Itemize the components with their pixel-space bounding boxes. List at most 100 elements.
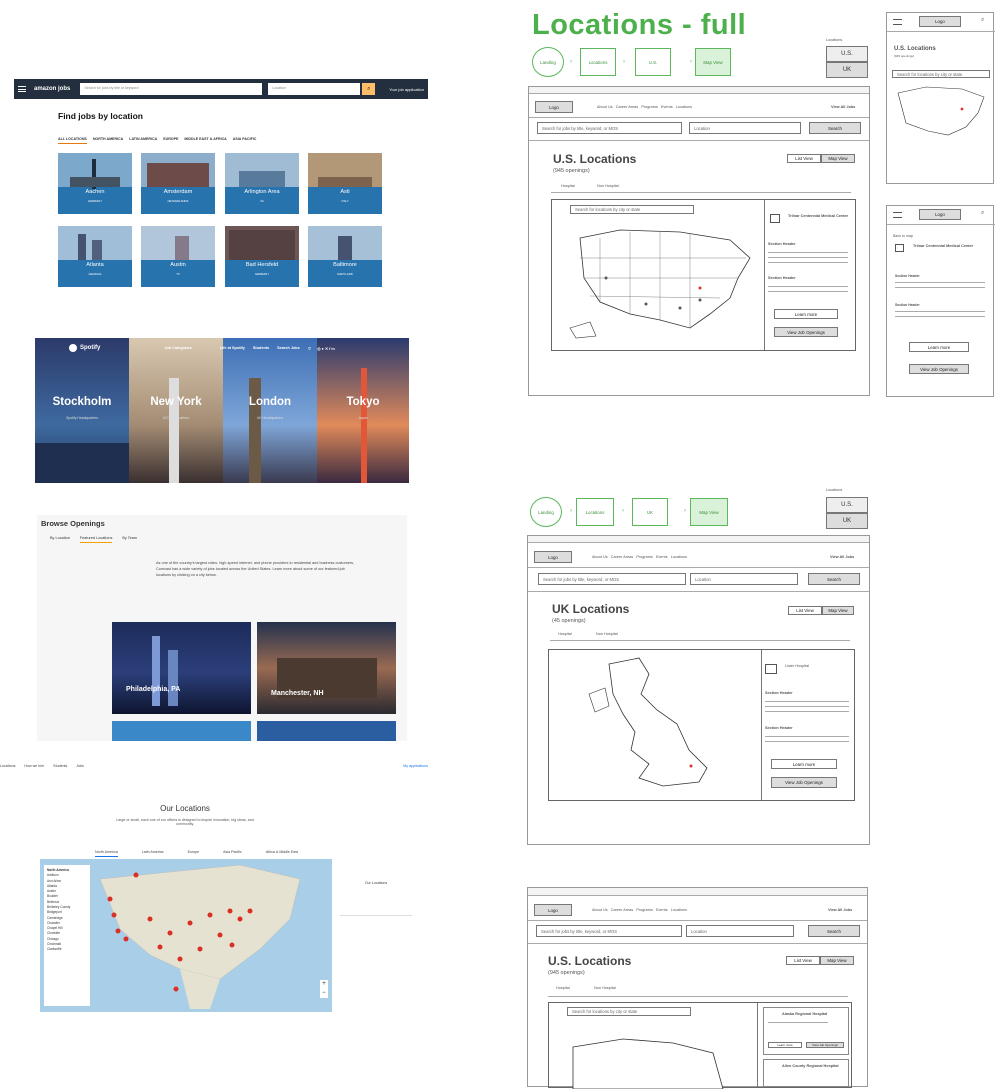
tab-all-locations[interactable]: ALL LOCATIONS: [58, 137, 87, 144]
learn-more-button[interactable]: Learn more: [771, 759, 837, 769]
list-view-toggle[interactable]: List View: [788, 606, 822, 615]
city-tile[interactable]: Austin TX: [141, 226, 215, 287]
tab-latin-america[interactable]: LATIN AMERICA: [129, 137, 157, 144]
nav-search-jobs[interactable]: Search Jobs: [277, 346, 300, 350]
option-us[interactable]: U.S.: [826, 46, 868, 62]
city-panel[interactable]: Tokyo Japan: [317, 338, 409, 483]
tab-middle-east-africa[interactable]: MIDDLE EAST & AFRICA: [184, 137, 226, 144]
tab-africa-middle-east[interactable]: Africa & Middle East: [266, 850, 298, 857]
view-all-jobs-link[interactable]: View All Jobs: [831, 105, 855, 109]
view-all-jobs-link[interactable]: View All Jobs: [830, 555, 854, 559]
tab-hospital[interactable]: Hospital: [558, 632, 572, 636]
job-search-input[interactable]: Search for jobs by title, keyword, or MO…: [536, 925, 682, 937]
zoom-controls[interactable]: + −: [320, 980, 328, 998]
list-view-toggle[interactable]: List View: [787, 154, 821, 163]
search-button[interactable]: ⌕: [362, 83, 376, 95]
uk-map[interactable]: [579, 654, 729, 794]
tab-non-hospital[interactable]: Non Hospital: [594, 986, 616, 990]
nav-how-we-hire[interactable]: How we hire: [24, 764, 44, 768]
menu-icon[interactable]: [18, 86, 26, 92]
logo-button[interactable]: Logo: [534, 904, 572, 916]
location-input[interactable]: Location: [689, 122, 801, 134]
job-search-input[interactable]: Search for jobs by title, keyword, or MO…: [537, 122, 682, 134]
learn-more-button[interactable]: Learn more: [909, 342, 969, 352]
map-search-input[interactable]: Search for locations by city or state: [892, 70, 990, 78]
social-icons[interactable]: ◎ ● ✕ f in: [317, 346, 335, 351]
city-panel[interactable]: Stockholm Spotify Headquarters: [35, 338, 129, 483]
location-search-input[interactable]: Location: [268, 83, 361, 95]
city-panel[interactable]: London UK Headquarters: [223, 338, 317, 483]
amazon-logo[interactable]: amazon jobs: [34, 86, 70, 92]
city-card[interactable]: Philadelphia, PA: [112, 622, 251, 714]
job-applications-link[interactable]: Your job application: [389, 87, 424, 92]
city-tile[interactable]: Atlanta GEORGIA: [58, 226, 132, 287]
tab-non-hospital[interactable]: Non Hospital: [596, 632, 618, 636]
nav-life-at-spotify[interactable]: Life at Spotify: [220, 346, 245, 350]
my-applications-link[interactable]: My applications: [403, 764, 428, 768]
list-item[interactable]: Clarksville: [47, 947, 87, 952]
tab-featured-locations[interactable]: Featured Locations: [79, 536, 113, 543]
keyword-search-input[interactable]: Search for jobs by title or keyword: [80, 83, 263, 95]
tab-asia-pacific[interactable]: ASIA PACIFIC: [233, 137, 257, 144]
tab-europe[interactable]: Europe: [188, 850, 200, 857]
search-button[interactable]: Search: [809, 122, 861, 134]
logo-button[interactable]: Logo: [535, 101, 573, 113]
city-tile[interactable]: Aachen GERMANY: [58, 153, 132, 214]
search-button[interactable]: Search: [808, 573, 860, 585]
tab-north-america[interactable]: NORTH AMERICA: [93, 137, 123, 144]
locations-map[interactable]: North America Addison Ann Arbor Atlanta …: [40, 859, 332, 1012]
city-card[interactable]: Manchester, NH: [257, 622, 396, 714]
tab-north-america[interactable]: North America: [95, 850, 118, 857]
option-uk[interactable]: UK: [826, 62, 868, 78]
nav-job-categories[interactable]: Job Categories: [164, 346, 191, 350]
map-view-toggle[interactable]: Map View: [821, 154, 855, 163]
learn-more-button[interactable]: Learn more: [774, 309, 838, 319]
map-search-input[interactable]: Search for locations by city or state: [570, 205, 694, 214]
view-job-openings-button[interactable]: View Job Openings: [774, 327, 838, 337]
city-tile[interactable]: Bad Hersfeld GERMANY: [225, 226, 299, 287]
location-input[interactable]: Location: [690, 573, 798, 585]
view-all-jobs-link[interactable]: View All Jobs: [828, 908, 852, 912]
option-uk[interactable]: UK: [826, 513, 868, 529]
nav-jobs[interactable]: Jobs: [76, 764, 84, 768]
tab-by-team[interactable]: By Team: [122, 536, 137, 543]
tab-latin-america[interactable]: Latin America: [142, 850, 164, 857]
nav-locations[interactable]: Locations: [0, 764, 15, 768]
logo-button[interactable]: Logo: [534, 551, 572, 563]
location-input[interactable]: Location: [686, 925, 794, 937]
back-link[interactable]: Back to map: [893, 234, 913, 238]
option-us[interactable]: U.S.: [826, 497, 868, 513]
menu-icon[interactable]: [893, 19, 902, 25]
spotify-logo[interactable]: Spotify: [69, 344, 100, 352]
job-search-input[interactable]: Search for jobs by title, keyword, or MO…: [538, 573, 686, 585]
search-icon[interactable]: ⌕: [981, 17, 984, 24]
view-job-openings-button[interactable]: View Job Openings: [771, 777, 837, 788]
city-card[interactable]: [257, 721, 396, 741]
view-job-openings-button[interactable]: View Job Openings: [806, 1042, 844, 1048]
us-map[interactable]: [892, 83, 990, 145]
tab-hospital[interactable]: Hospital: [556, 986, 570, 990]
city-tile[interactable]: Amsterdam NETHERLANDS: [141, 153, 215, 214]
city-card[interactable]: [112, 721, 251, 741]
map-view-toggle[interactable]: Map View: [822, 606, 854, 615]
city-tile[interactable]: Asti ITALY: [308, 153, 382, 214]
tab-asia-pacific[interactable]: Asia Pacific: [223, 850, 242, 857]
logo-button[interactable]: Logo: [919, 209, 961, 220]
us-map[interactable]: [563, 1033, 733, 1089]
tab-by-location[interactable]: By Location: [50, 536, 70, 543]
list-view-toggle[interactable]: List View: [786, 956, 820, 965]
list-item[interactable]: Allen County Regional Hospital: [763, 1059, 849, 1087]
menu-icon[interactable]: [893, 212, 902, 218]
search-icon[interactable]: ⌕: [981, 210, 984, 217]
logo-button[interactable]: Logo: [919, 16, 961, 27]
tab-non-hospital[interactable]: Non Hospital: [597, 184, 619, 188]
tab-europe[interactable]: EUROPE: [163, 137, 178, 144]
city-panel[interactable]: New York US Headquarters: [129, 338, 223, 483]
heart-icon[interactable]: ♡: [308, 346, 311, 351]
map-view-toggle[interactable]: Map View: [820, 956, 854, 965]
city-tile[interactable]: Baltimore MARYLAND: [308, 226, 382, 287]
nav-students[interactable]: Students: [253, 346, 269, 350]
view-job-openings-button[interactable]: View Job Openings: [909, 364, 969, 374]
city-tile[interactable]: Arlington Area VA: [225, 153, 299, 214]
learn-more-button[interactable]: Learn more: [768, 1042, 802, 1048]
